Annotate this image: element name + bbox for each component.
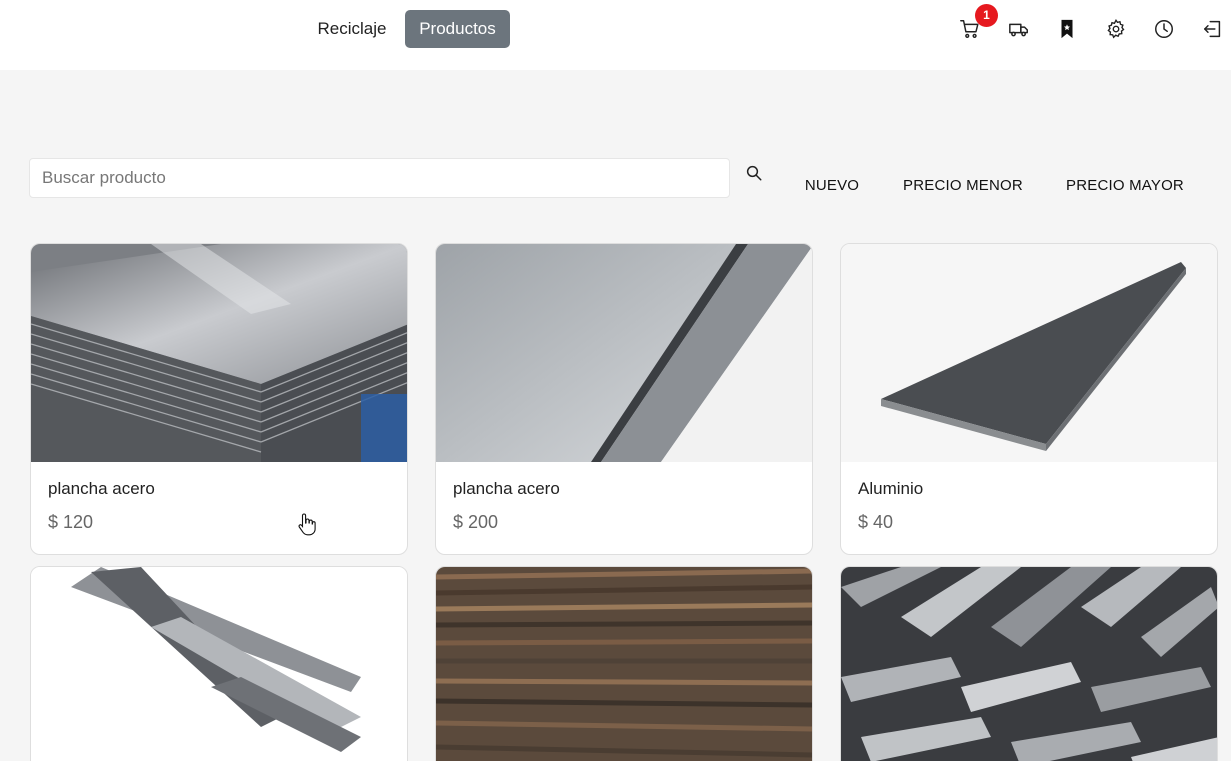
product-title: plancha acero xyxy=(453,479,560,498)
product-image xyxy=(841,244,1217,462)
nav-reciclaje[interactable]: Reciclaje xyxy=(306,10,398,48)
product-title: plancha acero xyxy=(48,479,155,498)
search-button[interactable] xyxy=(735,157,773,191)
sort-precio-mayor-button[interactable]: PRECIO MAYOR xyxy=(1056,170,1194,202)
product-card[interactable]: plancha acero $ 200 xyxy=(435,243,813,555)
gear-icon[interactable] xyxy=(1104,17,1128,41)
product-image xyxy=(841,567,1217,761)
top-navbar: Reciclaje Productos 1 xyxy=(0,0,1231,70)
product-price: $ 40 xyxy=(858,512,894,532)
search-icon xyxy=(745,164,763,185)
product-card[interactable]: plancha acero $ 120 xyxy=(30,243,408,555)
product-card[interactable] xyxy=(30,566,408,761)
product-title: Aluminio xyxy=(858,479,924,498)
cart-count-badge: 1 xyxy=(975,4,998,27)
product-card[interactable]: Aluminio $ 40 xyxy=(840,243,1218,555)
truck-icon[interactable] xyxy=(1007,17,1031,41)
bookmark-icon[interactable] xyxy=(1055,17,1079,41)
product-image xyxy=(436,244,812,462)
product-price: $ 120 xyxy=(48,512,94,532)
nav-productos[interactable]: Productos xyxy=(405,10,510,48)
sort-nuevo-button[interactable]: NUEVO xyxy=(795,170,869,202)
product-image xyxy=(31,244,407,462)
product-price: $ 200 xyxy=(453,512,499,532)
logout-icon[interactable] xyxy=(1201,17,1225,41)
product-image xyxy=(31,567,407,761)
clock-icon[interactable] xyxy=(1152,17,1176,41)
sort-precio-menor-button[interactable]: PRECIO MENOR xyxy=(893,170,1033,202)
product-card[interactable] xyxy=(435,566,813,761)
product-image xyxy=(436,567,812,761)
product-card[interactable] xyxy=(840,566,1218,761)
hand-cursor-icon xyxy=(298,513,316,536)
search-input[interactable] xyxy=(29,158,730,198)
